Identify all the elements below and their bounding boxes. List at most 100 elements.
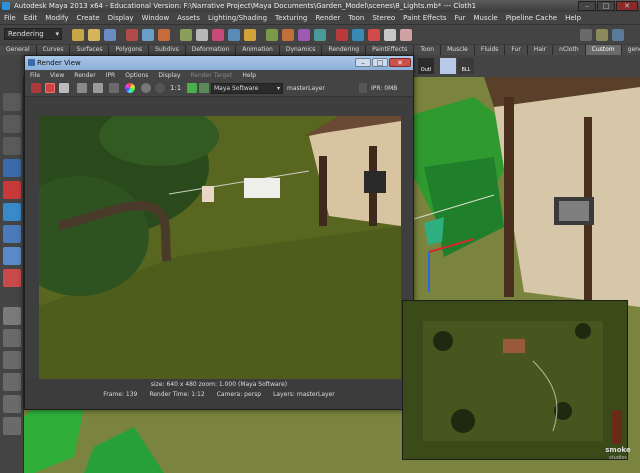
save-scene-icon[interactable]	[104, 29, 116, 41]
menu-render[interactable]: Render	[311, 14, 344, 22]
render-settings-rv-icon[interactable]	[109, 83, 119, 93]
menu-paint-effects[interactable]: Paint Effects	[399, 14, 450, 22]
shelf-tab-hair[interactable]: Hair	[527, 45, 554, 55]
rv-minimize-icon[interactable]: –	[355, 58, 371, 67]
snapshot-icon[interactable]	[59, 83, 69, 93]
graph-editor-layout-icon[interactable]	[3, 417, 21, 435]
shelf-tab-muscle[interactable]: Muscle	[441, 45, 475, 55]
move-tool-icon[interactable]	[3, 159, 21, 177]
rv-menu-help[interactable]: Help	[237, 72, 261, 79]
menu-assets[interactable]: Assets	[173, 14, 204, 22]
four-pane-layout-icon[interactable]	[3, 329, 21, 347]
ipr-icon[interactable]	[77, 83, 87, 93]
select-hierarchy-icon[interactable]	[126, 29, 138, 41]
rv-maximize-icon[interactable]: □	[372, 58, 388, 67]
shelf-tab-generbox[interactable]: generBox	[621, 45, 640, 55]
shelf-tab-rendering[interactable]: Rendering	[322, 45, 367, 55]
menu-muscle[interactable]: Muscle	[469, 14, 501, 22]
persp-outliner-layout-icon[interactable]	[3, 351, 21, 369]
shelf-tab-fur[interactable]: Fur	[505, 45, 528, 55]
menu-stereo[interactable]: Stereo	[368, 14, 399, 22]
rv-menu-view[interactable]: View	[45, 72, 69, 79]
redo-render-icon[interactable]	[31, 83, 41, 93]
shelf-script-icon[interactable]	[440, 58, 456, 74]
menu-edit[interactable]: Edit	[20, 14, 42, 22]
shelf-tab-toon[interactable]: Toon	[414, 45, 442, 55]
menu-display[interactable]: Display	[104, 14, 138, 22]
menu-window[interactable]: Window	[138, 14, 174, 22]
select-tool-icon[interactable]	[3, 93, 21, 111]
universal-manipulator-icon[interactable]	[3, 225, 21, 243]
shelf-tab-subdivs[interactable]: Subdivs	[149, 45, 186, 55]
renderer-select[interactable]: Maya Software ▾	[211, 83, 283, 94]
menu-create[interactable]: Create	[72, 14, 103, 22]
rv-menu-display[interactable]: Display	[153, 72, 185, 79]
menu-set-select[interactable]: Rendering ▾	[4, 28, 62, 40]
rv-menu-file[interactable]: File	[25, 72, 45, 79]
channel-box-icon[interactable]	[612, 29, 624, 41]
persp-graph-layout-icon[interactable]	[3, 373, 21, 391]
menu-texturing[interactable]: Texturing	[271, 14, 311, 22]
select-object-icon[interactable]	[142, 29, 154, 41]
shelf-tab-ncloth[interactable]: nCloth	[553, 45, 586, 55]
menu-fur[interactable]: Fur	[451, 14, 470, 22]
hypershade-icon[interactable]	[400, 29, 412, 41]
minimize-icon[interactable]: –	[578, 1, 596, 11]
rendered-image[interactable]	[39, 116, 401, 388]
shelf-tab-polygons[interactable]: Polygons	[109, 45, 150, 55]
shelf-tab-fluids[interactable]: Fluids	[474, 45, 506, 55]
menu-lighting-shading[interactable]: Lighting/Shading	[204, 14, 271, 22]
rv-menu-options[interactable]: Options	[120, 72, 153, 79]
ipr-render-icon[interactable]	[368, 29, 380, 41]
remove-image-icon[interactable]	[199, 83, 209, 93]
rv-menu-ipr[interactable]: IPR	[101, 72, 121, 79]
snap-plane-icon[interactable]	[314, 29, 326, 41]
rgb-channels-icon[interactable]	[125, 83, 135, 93]
keep-image-icon[interactable]	[187, 83, 197, 93]
shelf-tab-deformation[interactable]: Deformation	[185, 45, 237, 55]
luminance-icon[interactable]	[155, 83, 165, 93]
shelf-outliner-button[interactable]: Outl	[418, 58, 434, 74]
lasso-tool-icon[interactable]	[3, 115, 21, 133]
show-manipulator-icon[interactable]	[3, 269, 21, 287]
menu-toon[interactable]: Toon	[344, 14, 368, 22]
snap-grid-icon[interactable]	[266, 29, 278, 41]
render-settings-icon[interactable]	[384, 29, 396, 41]
rv-close-icon[interactable]: ✕	[389, 58, 411, 67]
menu-modify[interactable]: Modify	[41, 14, 72, 22]
rotate-tool-icon[interactable]	[3, 181, 21, 199]
pause-ipr-icon[interactable]	[359, 83, 367, 93]
refresh-ipr-icon[interactable]	[93, 83, 103, 93]
menu-pipeline-cache[interactable]: Pipeline Cache	[502, 14, 561, 22]
shelf-tab-curves[interactable]: Curves	[36, 45, 71, 55]
new-scene-icon[interactable]	[72, 29, 84, 41]
mask-icon[interactable]	[180, 29, 192, 41]
render-view-window[interactable]: Render View – □ ✕ File View Render IPR O…	[24, 55, 414, 410]
handles-mask-icon[interactable]	[212, 29, 224, 41]
scale-tool-icon[interactable]	[3, 203, 21, 221]
render-region-icon[interactable]	[45, 83, 55, 93]
joints-mask-icon[interactable]	[228, 29, 240, 41]
maya-title-bar[interactable]: Autodesk Maya 2013 x64 - Educational Ver…	[0, 0, 640, 12]
real-size-button[interactable]: 1:1	[170, 84, 181, 92]
tool-settings-icon[interactable]	[596, 29, 608, 41]
render-frame-icon[interactable]	[352, 29, 364, 41]
snap-point-icon[interactable]	[298, 29, 310, 41]
maximize-icon[interactable]: □	[597, 1, 615, 11]
soft-modification-icon[interactable]	[3, 247, 21, 265]
menu-help[interactable]: Help	[561, 14, 585, 22]
shelf-tab-animation[interactable]: Animation	[236, 45, 280, 55]
menu-file[interactable]: File	[0, 14, 20, 22]
history-icon[interactable]	[336, 29, 348, 41]
shelf-tab-custom[interactable]: Custom	[585, 45, 622, 55]
pick-mask-icon[interactable]	[196, 29, 208, 41]
shelf-bll-button[interactable]: BLL	[458, 58, 474, 74]
paint-select-tool-icon[interactable]	[3, 137, 21, 155]
snap-curve-icon[interactable]	[282, 29, 294, 41]
shelf-tab-dynamics[interactable]: Dynamics	[279, 45, 323, 55]
close-icon[interactable]: ✕	[616, 1, 638, 11]
select-component-icon[interactable]	[158, 29, 170, 41]
single-pane-layout-icon[interactable]	[3, 307, 21, 325]
rv-menu-render[interactable]: Render	[69, 72, 100, 79]
shelf-tab-painteffects[interactable]: PaintEffects	[366, 45, 415, 55]
